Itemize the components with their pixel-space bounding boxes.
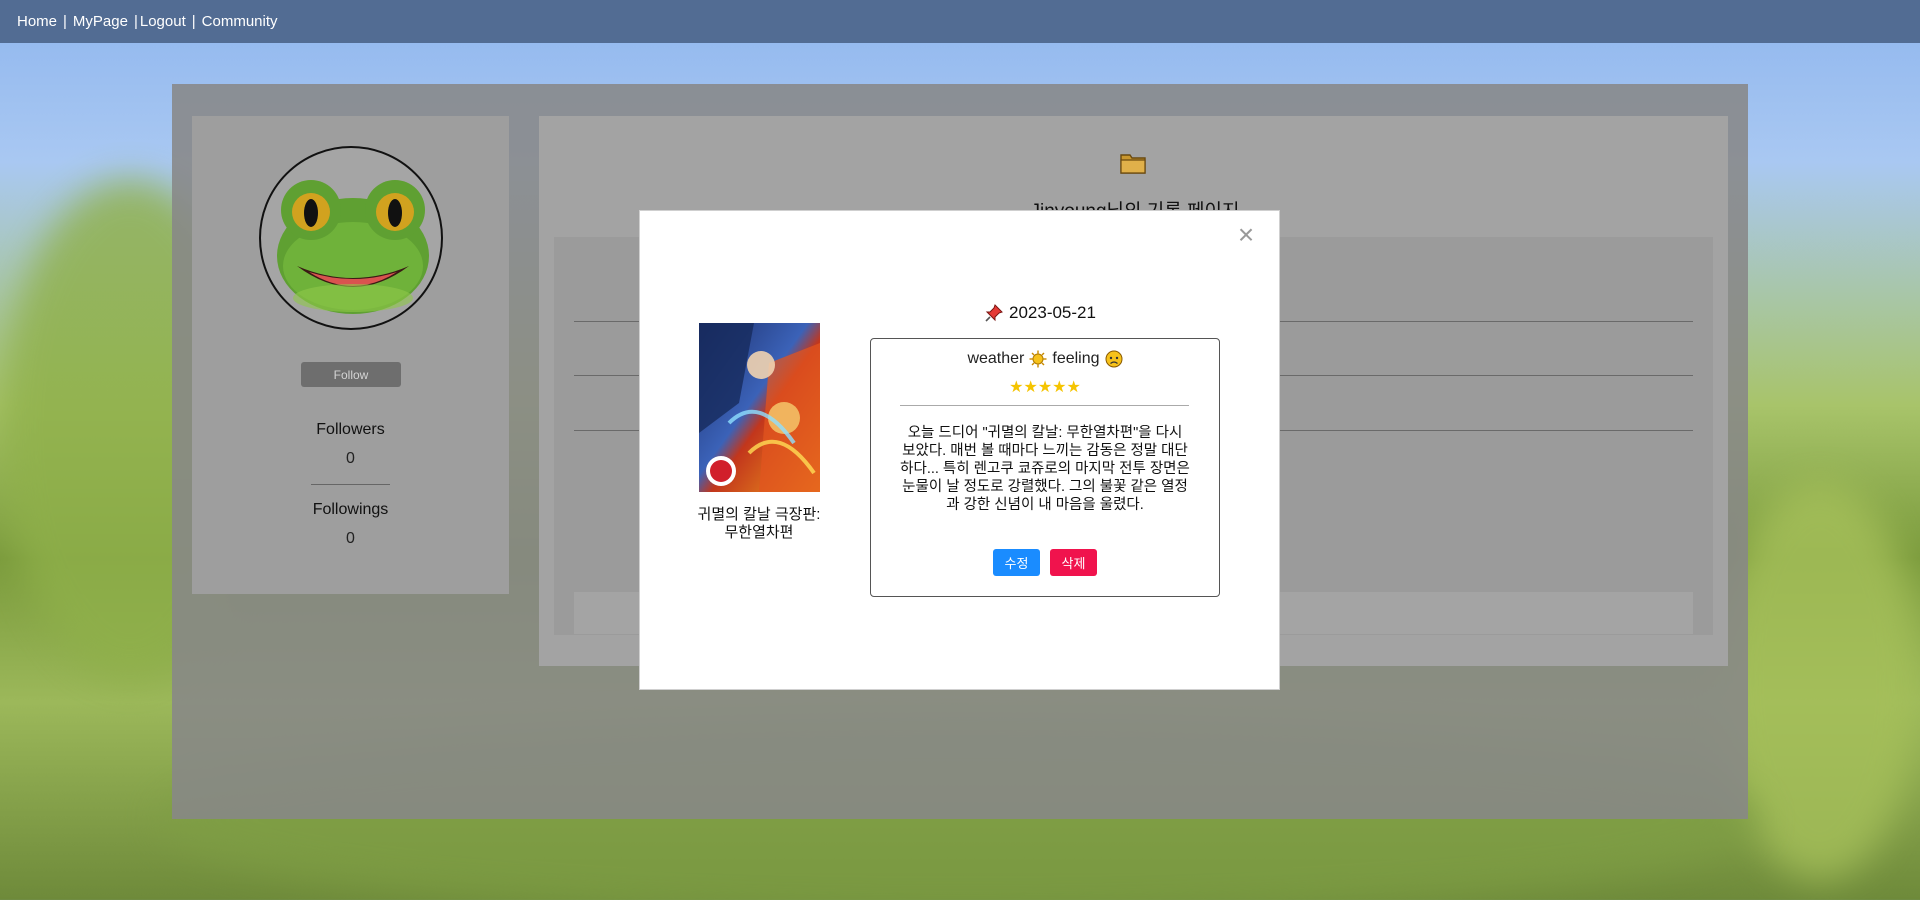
feeling-label: feeling <box>1052 350 1100 367</box>
close-icon[interactable]: × <box>1235 220 1257 250</box>
followers-label: Followers <box>316 421 385 438</box>
nav-mypage[interactable]: MyPage <box>73 13 128 30</box>
weather-label: weather <box>967 350 1025 367</box>
folder-icon <box>1120 154 1146 174</box>
nav-separator: | <box>191 13 196 30</box>
frog-face-icon <box>277 180 429 314</box>
movie-poster <box>699 323 820 492</box>
nav-community[interactable]: Community <box>202 13 278 30</box>
diary-divider <box>900 405 1189 406</box>
sad-face-icon <box>1105 350 1123 368</box>
delete-button[interactable]: 삭제 <box>1050 549 1097 576</box>
diary-review-text: 오늘 드디어 "귀멸의 칼날: 무한열차편"을 다시 보았다. 매번 볼 때마다… <box>900 425 1190 513</box>
nav-separator: | <box>63 13 67 30</box>
followings-label: Followings <box>312 501 389 518</box>
movie-poster-image <box>699 323 820 492</box>
diary-date: 2023-05-21 <box>1009 303 1096 322</box>
nav-home[interactable]: Home <box>17 13 57 30</box>
avatar <box>259 146 443 330</box>
followings-count: 0 <box>346 530 355 547</box>
nav-separator: | <box>133 13 138 30</box>
diary-date-row: 2023-05-21 <box>985 302 1120 324</box>
sun-icon <box>1029 350 1047 368</box>
rating-stars: ★★★★★ <box>1009 379 1081 396</box>
followers-count: 0 <box>346 450 355 467</box>
stats-divider <box>311 484 390 485</box>
weather-feeling-row: weather feeling <box>870 350 1220 368</box>
top-navigation: Home | MyPage | Logout | Community <box>0 0 1920 43</box>
movie-title: 귀멸의 칼날 극장판: 무한열차편 <box>697 506 821 541</box>
edit-button[interactable]: 수정 <box>993 549 1040 576</box>
nav-logout[interactable]: Logout <box>140 13 186 30</box>
follow-button[interactable]: Follow <box>301 362 401 387</box>
pushpin-icon <box>985 304 1003 322</box>
